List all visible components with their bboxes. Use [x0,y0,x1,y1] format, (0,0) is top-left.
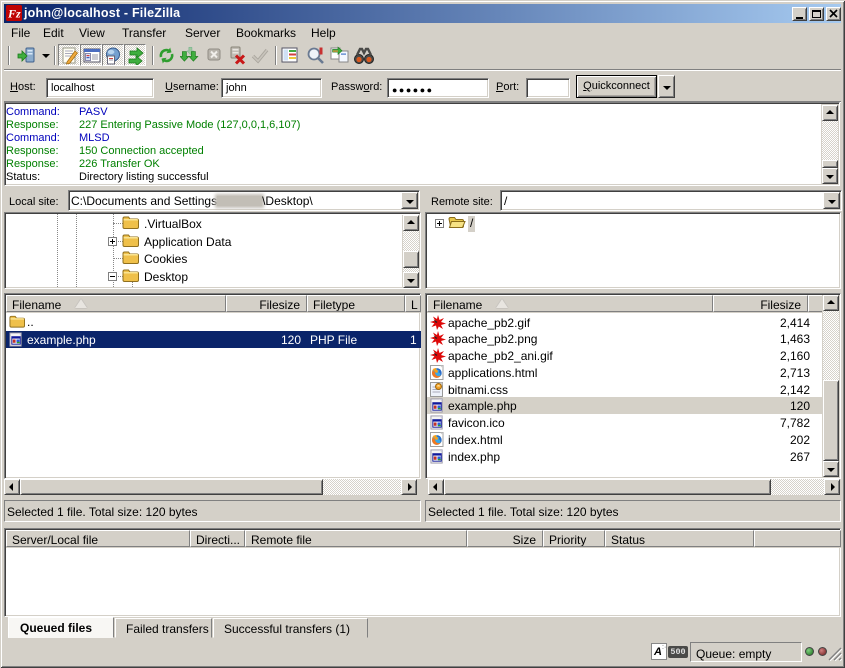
svg-text:Fz: Fz [7,7,21,21]
